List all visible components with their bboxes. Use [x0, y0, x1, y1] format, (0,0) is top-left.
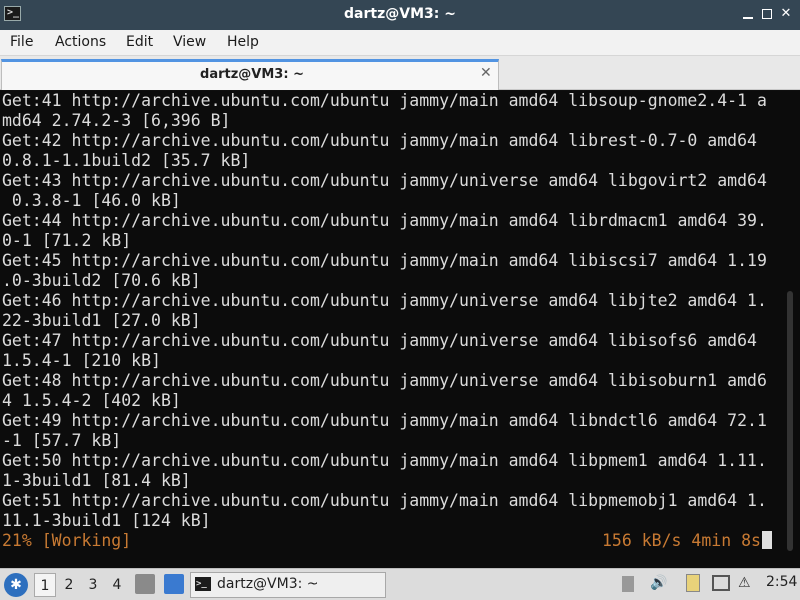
window-title: dartz@VM3: ~ — [344, 6, 456, 22]
taskbar: ✱ 1 2 3 4 >_ dartz@VM3: ~ 🔊 ⚠ 2:54 — [0, 568, 800, 600]
menu-bar: File Actions Edit View Help — [0, 30, 800, 56]
tab-close-icon[interactable]: ✕ — [480, 65, 492, 81]
terminal-line: 0-1 [71.2 kB] — [2, 231, 132, 250]
terminal-output[interactable]: Get:41 http://archive.ubuntu.com/ubuntu … — [0, 91, 780, 568]
minimize-button[interactable] — [740, 6, 756, 22]
workspace-4[interactable]: 4 — [106, 573, 128, 597]
network-icon[interactable] — [712, 575, 730, 591]
terminal-line: Get:41 http://archive.ubuntu.com/ubuntu … — [2, 91, 767, 110]
workspace-2[interactable]: 2 — [58, 573, 80, 597]
minimize-icon — [743, 17, 753, 19]
menu-edit[interactable]: Edit — [126, 34, 153, 50]
progress-status: 21% [Working] — [2, 531, 132, 550]
terminal-scrollbar[interactable] — [780, 91, 800, 568]
maximize-icon — [762, 9, 772, 19]
terminal-line: 1-3build1 [81.4 kB] — [2, 471, 191, 490]
terminal-cursor — [761, 531, 772, 549]
terminal-line: 11.1-3build1 [124 kB] — [2, 511, 211, 530]
menu-help[interactable]: Help — [227, 34, 259, 50]
terminal-line: Get:49 http://archive.ubuntu.com/ubuntu … — [2, 411, 767, 430]
terminal-line: 0.8.1-1.1build2 [35.7 kB] — [2, 151, 251, 170]
terminal-line: Get:51 http://archive.ubuntu.com/ubuntu … — [2, 491, 767, 510]
terminal-line: 4 1.5.4-2 [402 kB] — [2, 391, 181, 410]
clock[interactable]: 2:54 — [766, 574, 797, 590]
menu-view[interactable]: View — [173, 34, 206, 50]
removable-drive-icon[interactable] — [622, 576, 634, 592]
close-button[interactable]: ✕ — [778, 6, 794, 22]
window-titlebar[interactable]: >_ dartz@VM3: ~ ✕ — [0, 0, 800, 30]
terminal-line: md64 2.74.2-3 [6,396 B] — [2, 111, 231, 130]
tab-terminal[interactable]: dartz@VM3: ~ ✕ — [1, 59, 499, 90]
terminal-line: .0-3build2 [70.6 kB] — [2, 271, 201, 290]
download-rate-text: 156 kB/s 4min 8s — [602, 531, 761, 550]
terminal-line: Get:44 http://archive.ubuntu.com/ubuntu … — [2, 211, 767, 230]
terminal-lines: Get:41 http://archive.ubuntu.com/ubuntu … — [2, 91, 780, 531]
show-desktop-icon[interactable] — [164, 574, 184, 594]
file-manager-icon[interactable] — [135, 574, 155, 594]
terminal-line: Get:47 http://archive.ubuntu.com/ubuntu … — [2, 331, 757, 350]
terminal-line: 22-3build1 [27.0 kB] — [2, 311, 201, 330]
notifications-icon[interactable]: ⚠ — [738, 575, 751, 591]
terminal-line: -1 [57.7 kB] — [2, 431, 122, 450]
download-rate: 156 kB/s 4min 8s — [602, 531, 772, 551]
clipboard-icon[interactable] — [686, 574, 700, 592]
terminal-line: Get:46 http://archive.ubuntu.com/ubuntu … — [2, 291, 767, 310]
maximize-button[interactable] — [759, 6, 775, 22]
taskbar-terminal-button[interactable]: >_ dartz@VM3: ~ — [190, 572, 386, 598]
menu-actions[interactable]: Actions — [55, 34, 106, 50]
terminal-icon: >_ — [195, 577, 211, 591]
tab-bar: dartz@VM3: ~ ✕ — [0, 56, 800, 90]
terminal-line: Get:43 http://archive.ubuntu.com/ubuntu … — [2, 171, 767, 190]
menu-file[interactable]: File — [10, 34, 33, 50]
terminal-line: 0.3.8-1 [46.0 kB] — [2, 191, 181, 210]
volume-icon[interactable]: 🔊 — [650, 575, 667, 591]
terminal-line: Get:42 http://archive.ubuntu.com/ubuntu … — [2, 131, 757, 150]
terminal-line: Get:48 http://archive.ubuntu.com/ubuntu … — [2, 371, 767, 390]
terminal-line: Get:45 http://archive.ubuntu.com/ubuntu … — [2, 251, 767, 270]
terminal-line: Get:50 http://archive.ubuntu.com/ubuntu … — [2, 451, 767, 470]
start-menu-icon[interactable]: ✱ — [4, 573, 28, 597]
apt-status-line: 21% [Working] 156 kB/s 4min 8s — [2, 531, 780, 551]
workspace-1[interactable]: 1 — [34, 573, 56, 597]
tab-label: dartz@VM3: ~ — [200, 67, 304, 82]
terminal-line: 1.5.4-1 [210 kB] — [2, 351, 161, 370]
workspace-3[interactable]: 3 — [82, 573, 104, 597]
scrollbar-thumb[interactable] — [787, 291, 793, 551]
taskbar-terminal-label: dartz@VM3: ~ — [217, 576, 319, 592]
